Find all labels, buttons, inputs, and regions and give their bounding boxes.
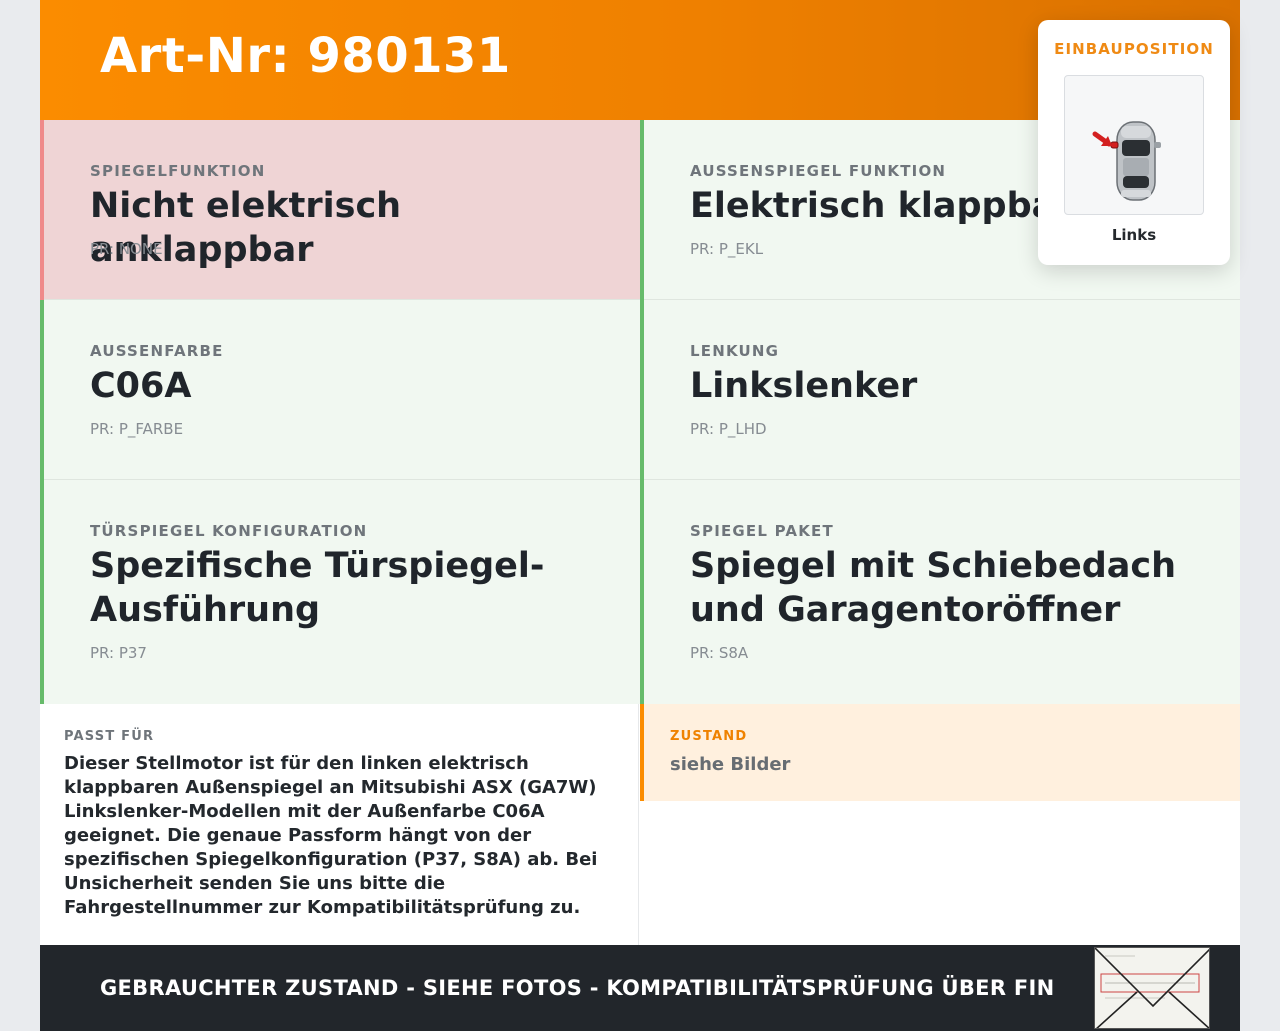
attribute-pr-code: PR: P_EKL (690, 240, 764, 258)
attribute-value: C06A (90, 366, 192, 406)
attribute-lenkung: LENKUNG Linkslenker PR: P_LHD (640, 300, 1240, 480)
attribute-label: TÜRSPIEGEL KONFIGURATION (90, 522, 368, 540)
compatibility-text: Dieser Stellmotor ist für den linken ele… (64, 753, 598, 918)
divider (644, 479, 1240, 480)
condition-label: ZUSTAND (670, 729, 748, 744)
footer-bar: GEBRAUCHTER ZUSTAND - SIEHE FOTOS - KOMP… (40, 945, 1240, 1031)
attribute-aussenfarbe: AUSSENFARBE C06A PR: P_FARBE (40, 300, 640, 480)
attribute-label: AUSSENSPIEGEL FUNKTION (690, 162, 947, 180)
attribute-value: Linkslenker (690, 366, 918, 406)
attribute-value: Spiegel mit Schiebedach und Garagentoröf… (690, 546, 1177, 630)
attribute-value: Nicht elektrisch anklappbar (90, 186, 402, 270)
attribute-pr-code: PR: S8A (690, 644, 749, 662)
article-number-title: Art-Nr: 980131 (100, 28, 511, 84)
mounting-position-value: Links (1111, 226, 1157, 244)
attribute-pr-code: PR: P_FARBE (90, 420, 184, 438)
attribute-label: AUSSENFARBE (90, 342, 224, 360)
divider (44, 299, 640, 300)
attribute-pr-code: PR: P37 (90, 644, 147, 662)
condition-value: siehe Bilder (670, 754, 791, 775)
mounting-position-title: EINBAUPOSITION (1054, 40, 1214, 58)
condition-section: ZUSTAND siehe Bilder (640, 704, 1240, 801)
footer-text: GEBRAUCHTER ZUSTAND - SIEHE FOTOS - KOMP… (100, 976, 1055, 1000)
car-topview-graphic (1092, 121, 1161, 201)
mounting-position-card: EINBAUPOSITION Links (1038, 20, 1230, 265)
attribute-tuerspiegel-konfiguration: TÜRSPIEGEL KONFIGURATION Spezifische Tür… (40, 480, 640, 704)
attribute-spiegel-paket: SPIEGEL PAKET Spiegel mit Schiebedach un… (640, 480, 1240, 704)
envelope-label-icon-graphic (1095, 948, 1209, 1028)
divider (44, 479, 640, 480)
car-topview-icon (1064, 75, 1204, 215)
attribute-pr-code: PR: NONE (90, 240, 163, 258)
compatibility-section: PASST FÜR Dieser Stellmotor ist für den … (40, 704, 639, 945)
divider (644, 299, 1240, 300)
attribute-pr-code: PR: P_LHD (690, 420, 767, 438)
compatibility-label: PASST FÜR (64, 729, 155, 744)
product-sheet: Art-Nr: 980131 SPIEGELFUNKTION Nicht ele… (40, 0, 1240, 1031)
attribute-label: LENKUNG (690, 342, 780, 360)
attribute-value: Spezifische Türspiegel-Ausführung (90, 546, 545, 630)
envelope-label-icon (1094, 947, 1210, 1029)
attribute-spiegelfunktion: SPIEGELFUNKTION Nicht elektrisch anklapp… (40, 120, 640, 300)
attribute-label: SPIEGEL PAKET (690, 522, 834, 540)
attribute-label: SPIEGELFUNKTION (90, 162, 266, 180)
